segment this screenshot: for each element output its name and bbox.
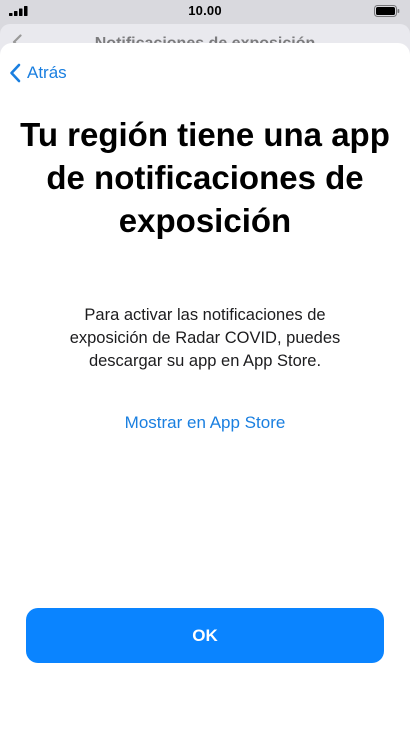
back-button-label: Atrás [27,63,67,82]
battery-icon [374,5,400,17]
chevron-left-icon [10,63,21,83]
page-title: Tu región tiene una app de notificacione… [20,116,390,239]
ok-button[interactable]: OK [26,608,384,663]
exposure-notification-sheet: Atrás Tu región tiene una app de notific… [0,43,410,729]
show-in-app-store-link[interactable]: Mostrar en App Store [0,413,410,433]
description-text: Para activar las notificaciones de expos… [69,306,341,370]
ok-button-label: OK [192,625,218,645]
status-bar: 10.00 [0,0,410,22]
back-button[interactable]: Atrás [9,63,67,83]
screen: 10.00 Notificaciones de exposición Atrás… [0,0,410,729]
status-time: 10.00 [188,3,222,18]
